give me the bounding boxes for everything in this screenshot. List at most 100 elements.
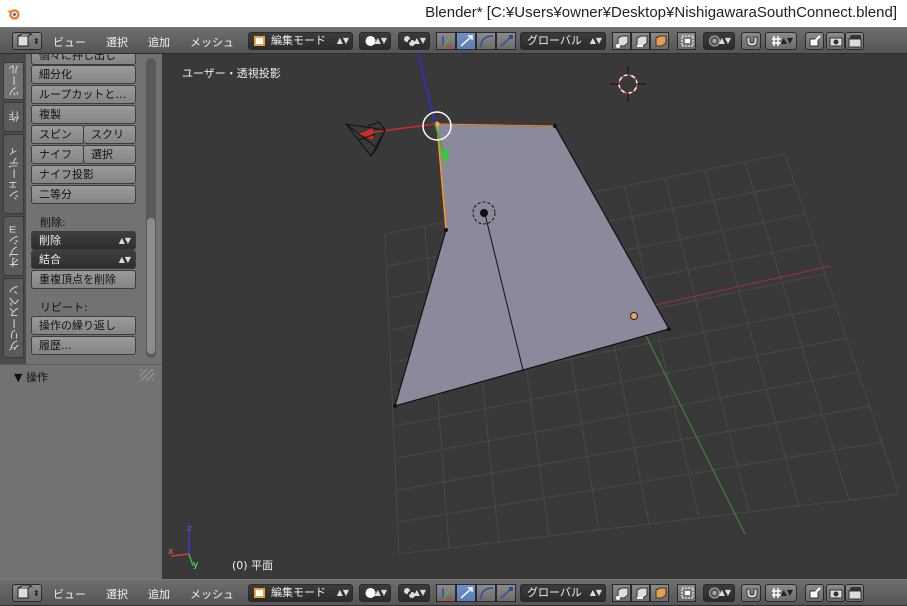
menu-select[interactable]: 選択 <box>106 34 128 50</box>
operator-panel: ▼ 操作 <box>0 364 162 580</box>
axis-gizmo-icon: z x y <box>168 524 199 570</box>
vertex[interactable] <box>393 404 397 408</box>
vertex-select-toggle[interactable] <box>612 32 631 50</box>
knife-button[interactable]: ナイフ <box>31 145 84 164</box>
3d-viewport[interactable]: z x y ユーザー・透視投影 (0) 平面 <box>163 54 907 579</box>
tab-options[interactable]: オプショ <box>3 216 24 276</box>
render-still-button[interactable] <box>805 32 824 50</box>
scale-manipulator-toggle[interactable] <box>496 32 516 50</box>
manipulator-toggle[interactable] <box>436 32 456 50</box>
spin-button[interactable]: スピン <box>31 125 84 144</box>
transform-orientation-label: グローバル <box>527 586 582 599</box>
magnet-icon <box>746 588 758 599</box>
render-animation-button[interactable] <box>845 32 864 50</box>
translate-manipulator-toggle[interactable] <box>456 584 476 602</box>
rotate-manipulator-toggle[interactable] <box>476 32 496 50</box>
edge-select-toggle[interactable] <box>631 584 650 602</box>
vertex[interactable] <box>444 228 448 232</box>
menu-mesh[interactable]: メッシュ <box>190 586 234 602</box>
edge-select-icon <box>636 35 648 47</box>
render-camera-button[interactable] <box>826 584 845 602</box>
mode-select[interactable]: 編集モード ▲▼ <box>248 32 353 50</box>
face-select-toggle[interactable] <box>650 32 669 50</box>
duplicate-button[interactable]: 複製 <box>31 105 136 124</box>
edge-select-toggle[interactable] <box>631 32 650 50</box>
transform-orientation-select[interactable]: グローバル ▲▼ <box>520 32 606 50</box>
tab-shading[interactable]: シェーディ <box>3 134 24 214</box>
render-animation-button[interactable] <box>845 584 864 602</box>
tab-grease-pencil[interactable]: グリースペン <box>3 278 24 358</box>
manipulator-toggle[interactable] <box>436 584 456 602</box>
mode-select-label: 編集モード <box>271 34 326 47</box>
tab-tools[interactable]: ツール <box>3 62 24 100</box>
knife-project-button[interactable]: ナイフ投影 <box>31 165 136 184</box>
lamp-origin[interactable] <box>630 312 638 320</box>
transform-orientation-select[interactable]: グローバル ▲▼ <box>520 584 606 602</box>
proportional-edit-select[interactable]: ▲▼ <box>703 584 735 602</box>
loop-cut-button[interactable]: ループカットと… <box>31 85 136 104</box>
menu-view[interactable]: ビュー <box>53 586 86 602</box>
transform-manipulator[interactable] <box>358 54 452 164</box>
render-camera-button[interactable] <box>826 32 845 50</box>
menu-add[interactable]: 追加 <box>148 34 170 50</box>
clapperboard-icon <box>848 35 862 48</box>
scale-manipulator-toggle[interactable] <box>496 584 516 602</box>
vertex-select-icon <box>616 587 629 600</box>
svg-text:⬍: ⬍ <box>33 37 40 46</box>
magnet-icon <box>746 36 758 47</box>
merge-select[interactable]: 結合 ▲▼ <box>31 250 136 269</box>
viewport-shading-select[interactable]: ▲▼ <box>359 32 391 50</box>
menu-view[interactable]: ビュー <box>53 34 86 50</box>
tool-shelf-scroll-thumb[interactable] <box>147 218 155 354</box>
vertex-select-icon <box>616 35 629 48</box>
view3d-header-top: ⬍ ビュー 選択 追加 メッシュ 編集モード ▲▼ ▲▼ ▲▼ グローバル ▲▼ ▲… <box>0 27 907 54</box>
vertex[interactable] <box>553 124 557 128</box>
bisect-button[interactable]: 二等分 <box>31 185 136 204</box>
proportional-edit-select[interactable]: ▲▼ <box>703 32 735 50</box>
editor-type-button[interactable]: ⬍ <box>12 584 42 602</box>
snap-toggle[interactable] <box>741 32 761 50</box>
face-select-toggle[interactable] <box>650 584 669 602</box>
delete-section-label: 削除: <box>40 216 66 229</box>
screw-button[interactable]: スクリ <box>83 125 136 144</box>
tab-create[interactable]: 作 <box>3 102 24 132</box>
transform-orientation-label: グローバル <box>527 34 582 47</box>
snap-element-select[interactable]: ▲▼ <box>765 32 797 50</box>
rotate-manipulator-toggle[interactable] <box>476 584 496 602</box>
limit-selection-toggle[interactable] <box>677 584 696 602</box>
snap-element-select[interactable]: ▲▼ <box>765 584 797 602</box>
vertex-select-toggle[interactable] <box>612 584 631 602</box>
viewport-canvas: z x y <box>168 54 900 570</box>
snap-toggle[interactable] <box>741 584 761 602</box>
camera-icon <box>829 589 843 599</box>
pivot-point-select[interactable]: ▲▼ <box>398 32 430 50</box>
mode-select-label: 編集モード <box>271 586 326 599</box>
vertex[interactable] <box>667 327 671 331</box>
history-button[interactable]: 履歴... <box>31 336 136 355</box>
limit-selection-toggle[interactable] <box>677 32 696 50</box>
edit-mode-icon <box>254 36 265 46</box>
3d-cursor-icon[interactable] <box>610 66 646 102</box>
mode-select[interactable]: 編集モード ▲▼ <box>248 584 353 602</box>
scale-icon <box>500 587 513 599</box>
extrude-individual-button[interactable]: 個々に押し出し <box>31 54 136 65</box>
editor-type-button[interactable]: ⬍ <box>12 32 42 50</box>
menu-select[interactable]: 選択 <box>106 586 128 602</box>
repeat-last-button[interactable]: 操作の繰り返し <box>31 316 136 335</box>
operator-panel-title[interactable]: ▼ 操作 <box>14 369 48 385</box>
pivot-point-select[interactable]: ▲▼ <box>398 584 430 602</box>
translate-manipulator-toggle[interactable] <box>456 32 476 50</box>
knife-select-button[interactable]: 選択 <box>83 145 136 164</box>
menu-mesh[interactable]: メッシュ <box>190 34 234 50</box>
title-bar: Blender* [C:¥Users¥owner¥Desktop¥Nishiga… <box>0 0 907 27</box>
mesh-plane[interactable] <box>394 123 670 407</box>
subdivide-button[interactable]: 細分化 <box>31 65 136 84</box>
camera-object-icon[interactable] <box>344 121 386 157</box>
remove-doubles-button[interactable]: 重複頂点を削除 <box>31 270 136 289</box>
delete-select[interactable]: 削除 ▲▼ <box>31 231 136 250</box>
viewport-shading-select[interactable]: ▲▼ <box>359 584 391 602</box>
render-still-button[interactable] <box>805 584 824 602</box>
tab-create-label: 作 <box>8 111 21 123</box>
menu-add[interactable]: 追加 <box>148 586 170 602</box>
panel-grip-icon[interactable] <box>140 369 154 381</box>
